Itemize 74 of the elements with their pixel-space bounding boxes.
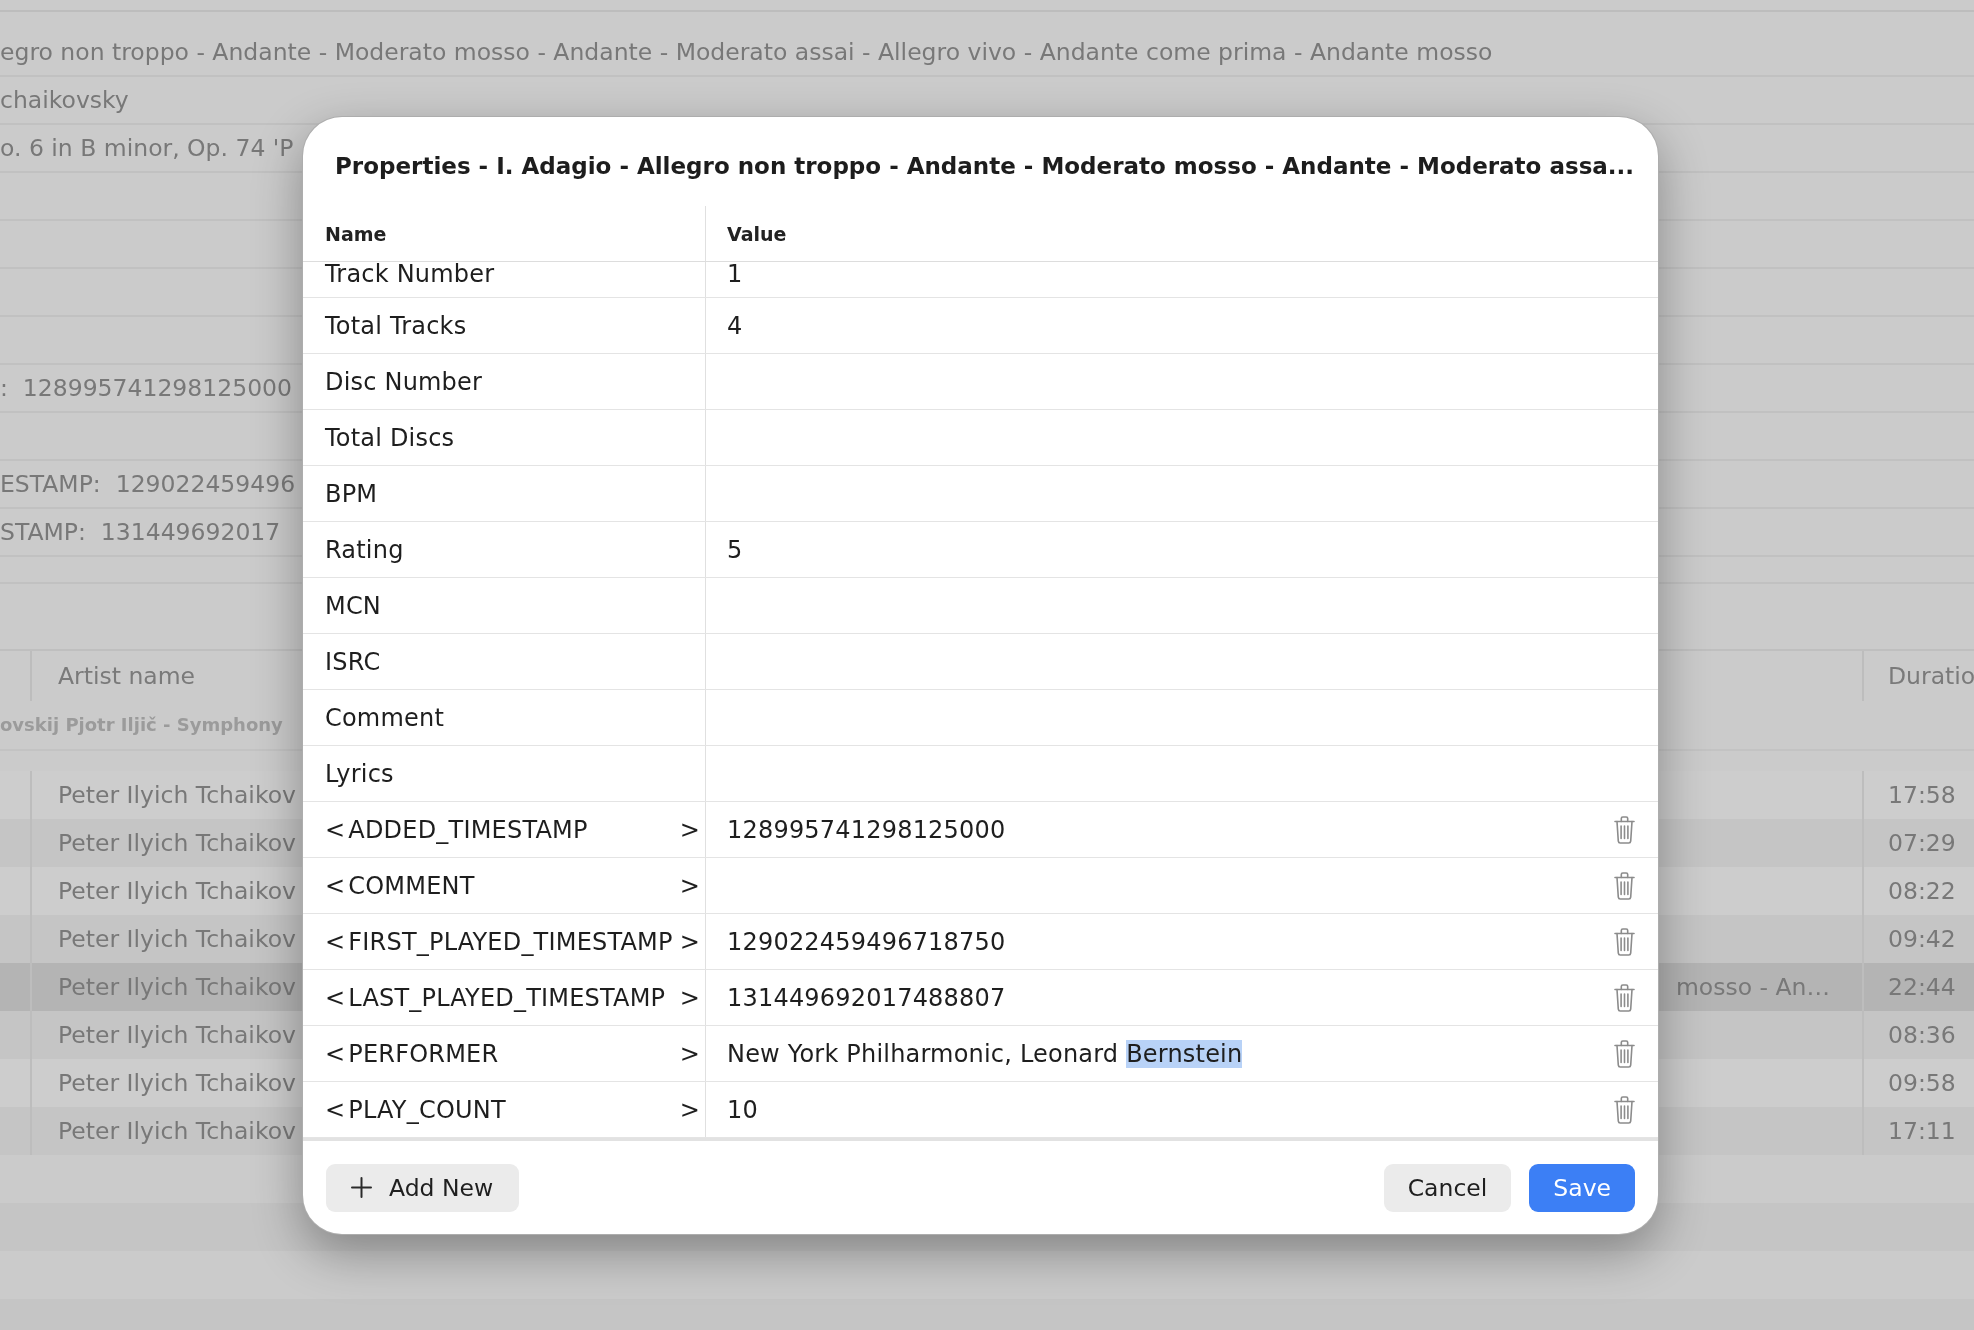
value-field[interactable]: 4: [706, 298, 1590, 353]
tag-name: PERFORMER: [348, 1039, 499, 1068]
value-field[interactable]: 128995741298125000: [706, 802, 1590, 857]
left-angle-bracket: <: [325, 983, 346, 1012]
artist-cell: Peter Ilyich Tchaikov: [58, 829, 296, 857]
duration-cell: 08:36: [1888, 1021, 1956, 1049]
value-field[interactable]: 5: [706, 522, 1590, 577]
tag-name: PLAY_COUNT: [348, 1095, 506, 1124]
column-header: Artist name: [58, 662, 196, 690]
property-name: Total Discs: [325, 423, 455, 452]
artist-cell: Peter Ilyich Tchaikov: [58, 925, 296, 953]
tag-name: LAST_PLAYED_TIMESTAMP: [348, 983, 666, 1012]
detail-text: o. 6 in B minor, Op. 74 'P: [0, 134, 294, 162]
dialog-title: Properties - I. Adagio - Allegro non troppo - Andante - Moderato mosso - Andante - Moderato assa...: [335, 152, 1635, 180]
duration-cell: 09:58: [1888, 1069, 1956, 1097]
right-angle-bracket: >: [679, 1095, 700, 1124]
right-angle-bracket: >: [679, 815, 700, 844]
value-field[interactable]: 129022459496718750: [706, 914, 1590, 969]
detail-text: STAMP: 131449692017: [0, 518, 281, 546]
value-field[interactable]: 1: [706, 262, 1590, 297]
artist-cell: Peter Ilyich Tchaikov: [58, 973, 296, 1001]
property-name: Comment: [325, 703, 444, 732]
property-name: Rating: [325, 535, 404, 564]
title-cell: mosso - An…: [1675, 973, 1830, 1001]
left-angle-bracket: <: [325, 871, 346, 900]
property-name: Total Tracks: [325, 311, 467, 340]
property-name: MCN: [325, 591, 382, 620]
right-angle-bracket: >: [679, 1039, 700, 1068]
right-angle-bracket: >: [679, 983, 700, 1012]
save-button[interactable]: Save: [1529, 1163, 1635, 1212]
trash-icon[interactable]: [1613, 983, 1635, 1012]
property-name: BPM: [325, 479, 378, 508]
plus-icon: [351, 1177, 372, 1198]
tag-name: COMMENT: [348, 871, 475, 900]
right-angle-bracket: >: [679, 927, 700, 956]
column-header: Value: [727, 221, 787, 246]
duration-cell: 07:29: [1888, 829, 1956, 857]
duration-cell: 22:44: [1888, 973, 1956, 1001]
property-name: Disc Number: [325, 367, 483, 396]
duration-cell: 17:11: [1888, 1117, 1956, 1145]
trash-icon[interactable]: [1613, 927, 1635, 956]
value-field[interactable]: New York Philharmonic, Leonard Bernstein: [706, 1026, 1590, 1081]
trash-icon[interactable]: [1613, 871, 1635, 900]
artist-cell: Peter Ilyich Tchaikov: [58, 877, 296, 905]
duration-cell: 08:22: [1888, 877, 1956, 905]
left-angle-bracket: <: [325, 1095, 346, 1124]
cancel-button[interactable]: Cancel: [1383, 1163, 1512, 1212]
trash-icon[interactable]: [1613, 1039, 1635, 1068]
duration-cell: 09:42: [1888, 925, 1956, 953]
artist-cell: Peter Ilyich Tchaikov: [58, 1021, 296, 1049]
detail-text: chaikovsky: [0, 86, 129, 114]
left-angle-bracket: <: [325, 1039, 346, 1068]
artist-cell: Peter Ilyich Tchaikov: [58, 1117, 296, 1145]
left-angle-bracket: <: [325, 815, 346, 844]
left-angle-bracket: <: [325, 927, 346, 956]
property-name: Track Number: [325, 262, 495, 287]
tag-name: FIRST_PLAYED_TIMESTAMP: [348, 927, 673, 956]
property-name: ISRC: [325, 647, 381, 676]
column-header: Duratio: [1888, 662, 1974, 690]
column-header: Name: [325, 221, 387, 246]
tag-name: ADDED_TIMESTAMP: [348, 815, 588, 844]
value-field[interactable]: 131449692017488807: [706, 970, 1590, 1025]
artist-cell: Peter Ilyich Tchaikov: [58, 1069, 296, 1097]
trash-icon[interactable]: [1613, 1095, 1635, 1124]
detail-text: ESTAMP: 129022459496: [0, 470, 296, 498]
right-angle-bracket: >: [679, 871, 700, 900]
trash-icon[interactable]: [1613, 815, 1635, 844]
detail-text: egro non troppo - Andante - Moderato mosso - Andante - Moderato assai - Allegro vivo - Andante come prima - Andante mosso: [0, 38, 1493, 66]
add-new-button[interactable]: Add New: [326, 1163, 520, 1212]
property-name: Lyrics: [325, 759, 394, 788]
detail-text: : 128995741298125000: [0, 374, 292, 402]
value-field[interactable]: 10: [706, 1082, 1590, 1137]
duration-cell: 17:58: [1888, 781, 1956, 809]
artist-cell: Peter Ilyich Tchaikov: [58, 781, 296, 809]
